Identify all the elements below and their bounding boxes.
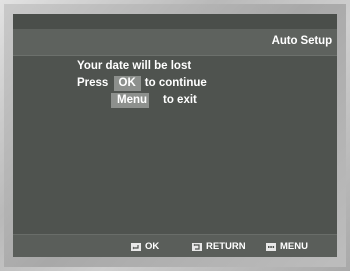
footer-ok[interactable]: OK [131,241,159,252]
ok-button[interactable]: OK [113,76,141,91]
page-title: Auto Setup [271,35,332,47]
footer-menu-label: MENU [280,241,308,252]
continue-label: to continue [144,77,207,89]
exit-instruction: Menu to exit [111,93,197,108]
warning-message: Your date will be lost [77,60,191,72]
menu-button[interactable]: Menu [111,93,149,108]
exit-label: to exit [163,94,197,106]
warning-text: Your date will be lost [77,60,192,72]
footer-menu[interactable]: MENU [266,241,308,252]
top-strip [13,14,337,29]
return-icon [192,242,202,251]
footer-ok-label: OK [145,241,160,252]
press-label: Press [77,77,109,89]
footer-return-label: RETURN [206,241,246,252]
footer-return[interactable]: RETURN [192,241,246,252]
title-bar: Auto Setup [13,29,337,56]
continue-instruction: Press OK to continue [77,76,207,91]
osd-screen: Auto Setup Your date will be lost Press … [13,14,337,257]
enter-icon [131,242,141,251]
footer-bar: OK RETURN MENU [13,234,337,257]
menu-icon [266,242,276,251]
